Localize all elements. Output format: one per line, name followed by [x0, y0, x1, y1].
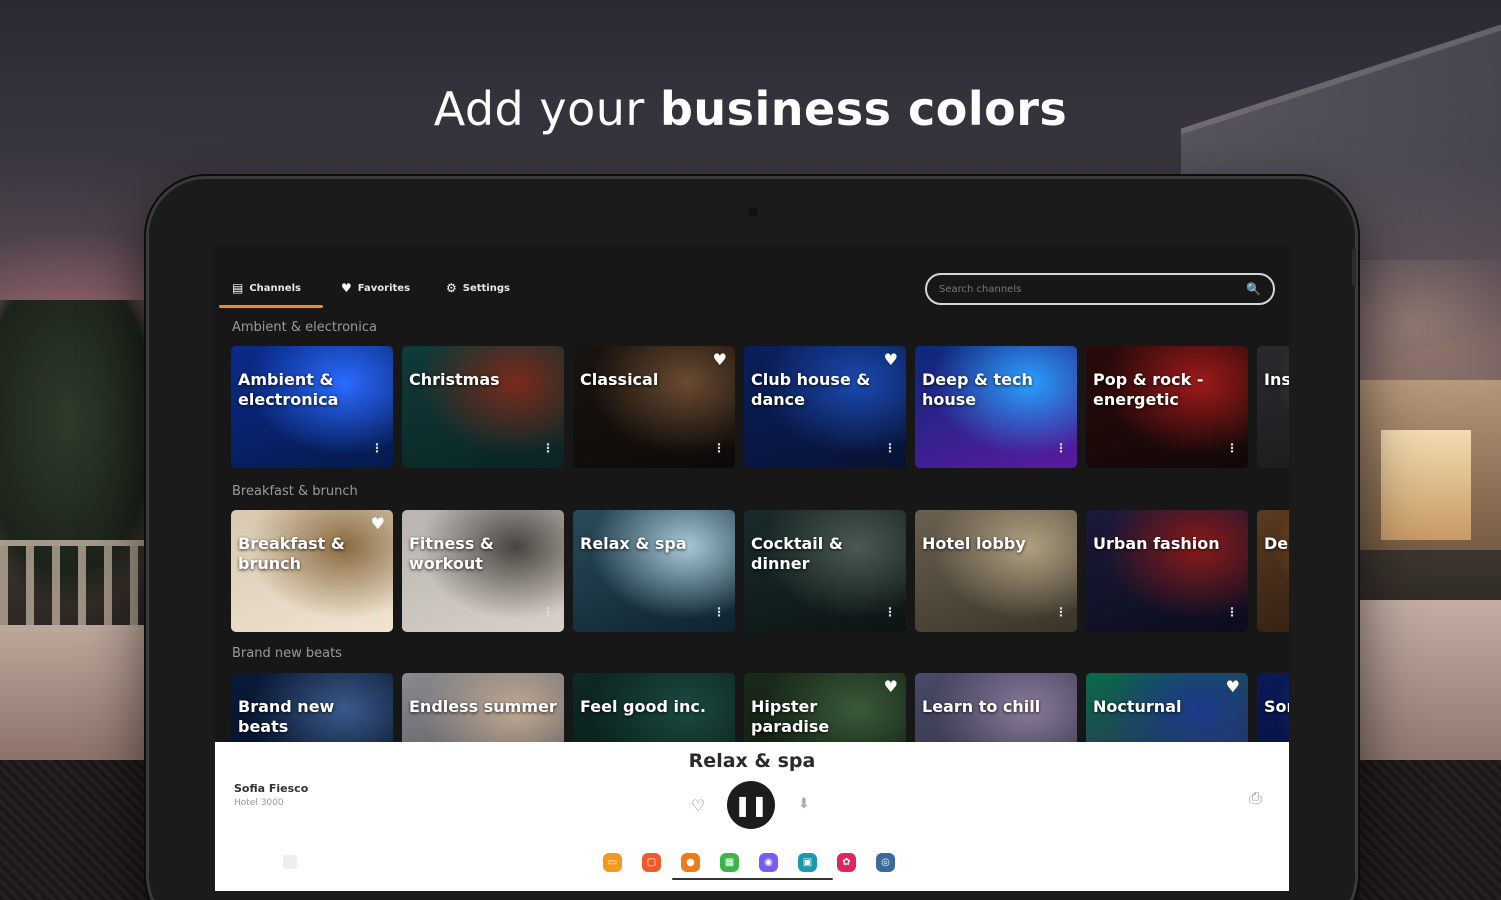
channel-card[interactable]: Des fur⋮	[1257, 510, 1289, 632]
search-placeholder: Search channels	[939, 283, 1022, 295]
color-swatch-teal[interactable]: ▣	[798, 853, 817, 872]
more-options-icon[interactable]: ⋮	[1226, 602, 1238, 622]
channel-card-title: Christmas	[409, 370, 500, 389]
more-options-icon[interactable]: ⋮	[542, 438, 554, 458]
more-options-icon[interactable]: ⋮	[1055, 602, 1067, 622]
channel-card-title: Classical	[580, 370, 659, 389]
color-swatch-purple[interactable]: ◉	[759, 853, 778, 872]
channel-card-title: Hipster paradise	[751, 697, 830, 736]
channel-card[interactable]: Classical ♥ ⋮	[573, 346, 735, 468]
color-swatch-magenta[interactable]: ✿	[837, 853, 856, 872]
more-options-icon[interactable]: ⋮	[713, 438, 725, 458]
more-options-icon[interactable]: ⋮	[371, 438, 383, 458]
pause-button[interactable]: ❚❚	[727, 781, 775, 829]
headline-bold: business colors	[659, 82, 1068, 136]
more-options-icon[interactable]: ⋮	[884, 602, 896, 622]
channel-card-title: Nocturnal	[1093, 697, 1182, 716]
channel-card[interactable]: Christmas ⋮	[402, 346, 564, 468]
channel-card-title: Endless summer	[409, 697, 557, 716]
channel-card[interactable]: Club house & dance ♥ ⋮	[744, 346, 906, 468]
channel-card-title: Deep & tech house	[922, 370, 1033, 409]
color-swatch-orange-person[interactable]: ●	[681, 853, 700, 872]
tab-favorites[interactable]: ♥ Favorites	[341, 280, 410, 296]
tab-favorites-label: Favorites	[357, 282, 411, 294]
channel-row: Ambient & electronica ⋮ Christmas ⋮ Classica…	[231, 346, 1289, 468]
cast-icon[interactable]: ⎙	[1249, 788, 1262, 808]
channel-card-title: Relax & spa	[580, 534, 687, 553]
channel-card-title: Learn to chill	[922, 697, 1041, 716]
more-options-icon[interactable]: ⋮	[884, 438, 896, 458]
channel-card-title: Sor sou	[1264, 697, 1289, 716]
now-playing-title: Relax & spa	[688, 750, 816, 772]
favorite-heart-icon[interactable]: ♥	[371, 514, 385, 534]
channel-card[interactable]: Ins⋮	[1257, 346, 1289, 468]
more-options-icon[interactable]: ⋮	[713, 602, 725, 622]
channel-card-title: Hotel lobby	[922, 534, 1026, 553]
channel-card[interactable]: Urban fashion ⋮	[1086, 510, 1248, 632]
headline-light: Add your	[433, 82, 645, 136]
user-name: Sofia Fiesco	[234, 782, 309, 795]
more-options-icon[interactable]: ⋮	[1055, 438, 1067, 458]
home-icon[interactable]	[283, 855, 297, 869]
daybed-left	[0, 625, 160, 765]
channel-card[interactable]: Ambient & electronica ⋮	[231, 346, 393, 468]
color-swatch-red-orange[interactable]: ▢	[642, 853, 661, 872]
player-bar: Relax & spa Sofia Fiesco Hotel 3000 ♡ ❚❚…	[215, 742, 1289, 891]
channel-card-title: Fitness & workout	[409, 534, 494, 573]
more-options-icon[interactable]: ⋮	[542, 602, 554, 622]
channel-card-title: Ins	[1264, 370, 1289, 389]
search-input[interactable]: Search channels 🔍	[925, 273, 1275, 305]
section-label: Brand new beats	[232, 646, 342, 661]
channel-card-title: Ambient & electronica	[238, 370, 339, 409]
channel-card-title: Brand new beats	[238, 697, 335, 736]
app-screen: ▤ Channels ♥ Favorites ⚙ Settings Search…	[215, 246, 1289, 891]
channel-card-title: Urban fashion	[1093, 534, 1220, 553]
channel-card-title: Des fur	[1264, 534, 1289, 553]
color-swatch-steel-blue[interactable]: ◎	[876, 853, 895, 872]
favorite-heart-icon[interactable]: ♥	[1226, 677, 1240, 697]
channel-card-title: Breakfast & brunch	[238, 534, 345, 573]
channel-row: Breakfast & brunch ♥ ⋮ Fitness & workout ⋮ Re…	[231, 510, 1289, 632]
more-options-icon[interactable]: ⋮	[371, 602, 383, 622]
channel-card[interactable]: Breakfast & brunch ♥ ⋮	[231, 510, 393, 632]
more-options-icon[interactable]: ⋮	[1226, 438, 1238, 458]
tablet-side-button	[1352, 249, 1356, 285]
camera-dot	[748, 207, 758, 217]
section-label: Ambient & electronica	[232, 320, 377, 335]
channel-card[interactable]: Cocktail & dinner ⋮	[744, 510, 906, 632]
tab-channels[interactable]: ▤ Channels	[232, 280, 301, 296]
home-indicator	[672, 878, 833, 880]
active-tab-indicator	[219, 305, 323, 308]
channel-card[interactable]: Deep & tech house ⋮	[915, 346, 1077, 468]
gear-icon: ⚙	[446, 281, 457, 295]
channel-card[interactable]: Hotel lobby ⋮	[915, 510, 1077, 632]
user-location: Hotel 3000	[234, 798, 284, 808]
tab-settings[interactable]: ⚙ Settings	[446, 280, 510, 296]
download-icon[interactable]: ⬇	[798, 796, 810, 812]
heart-icon: ♥	[341, 281, 352, 295]
search-icon[interactable]: 🔍	[1246, 282, 1261, 296]
color-swatch-orange[interactable]: ▭	[603, 853, 622, 872]
top-nav: ▤ Channels ♥ Favorites ⚙ Settings Search…	[215, 246, 1289, 310]
channel-card[interactable]: Pop & rock - energetic ⋮	[1086, 346, 1248, 468]
favorite-icon[interactable]: ♡	[691, 796, 705, 815]
deck-railing	[0, 540, 150, 630]
channel-card-title: Pop & rock - energetic	[1093, 370, 1204, 409]
color-swatch-green[interactable]: ▦	[720, 853, 739, 872]
favorite-heart-icon[interactable]: ♥	[884, 677, 898, 697]
daybed-right	[1341, 600, 1501, 770]
headline: Add your business colors	[0, 82, 1501, 136]
channel-card-title: Club house & dance	[751, 370, 871, 409]
favorite-heart-icon[interactable]: ♥	[884, 350, 898, 370]
channel-card[interactable]: Relax & spa ⋮	[573, 510, 735, 632]
channels-icon: ▤	[232, 281, 244, 295]
section-label: Breakfast & brunch	[232, 484, 358, 499]
tab-channels-label: Channels	[249, 282, 301, 294]
tab-settings-label: Settings	[462, 282, 510, 294]
channel-card[interactable]: Fitness & workout ⋮	[402, 510, 564, 632]
house-window	[1381, 430, 1471, 540]
favorite-heart-icon[interactable]: ♥	[713, 350, 727, 370]
channel-card-title: Cocktail & dinner	[751, 534, 843, 573]
channel-card-title: Feel good inc.	[580, 697, 706, 716]
